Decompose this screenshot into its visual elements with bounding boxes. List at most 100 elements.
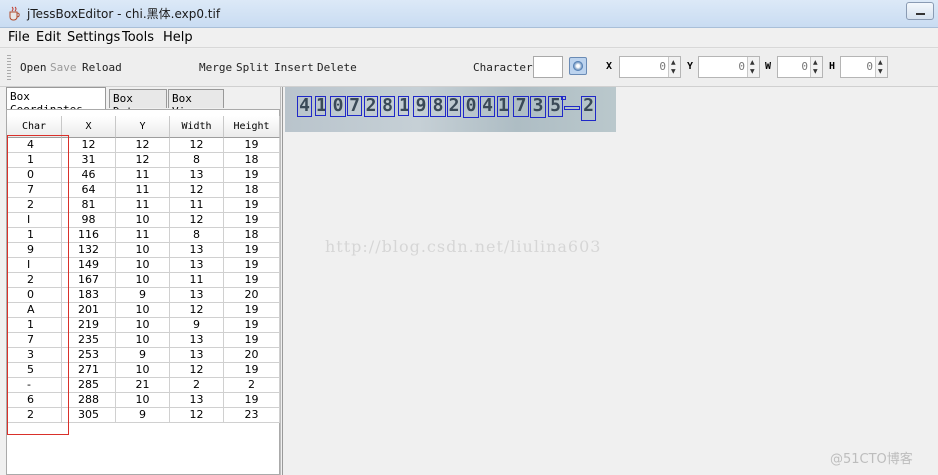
cell-width[interactable]: 13 bbox=[170, 333, 224, 348]
table-row[interactable]: -285 21 2 2 bbox=[7, 378, 280, 393]
cell-width[interactable]: 13 bbox=[170, 168, 224, 183]
table-row[interactable]: 1 219 10 9 19 bbox=[7, 318, 280, 333]
cell-char[interactable]: I bbox=[7, 258, 62, 273]
save-button[interactable]: Save bbox=[50, 61, 77, 74]
cell-width[interactable]: 12 bbox=[170, 213, 224, 228]
cell-width[interactable]: 12 bbox=[170, 408, 224, 423]
cell-y[interactable]: 10 bbox=[116, 363, 170, 378]
cell-height[interactable]: 19 bbox=[224, 258, 280, 273]
glyph-box[interactable]: 8 bbox=[380, 96, 395, 117]
menu-edit[interactable]: Edit bbox=[36, 30, 61, 45]
cell-height[interactable]: 18 bbox=[224, 183, 280, 198]
cell-height[interactable]: 19 bbox=[224, 273, 280, 288]
cell-x[interactable]: 288 bbox=[62, 393, 116, 408]
insert-button[interactable]: Insert bbox=[274, 61, 314, 74]
y-spinner[interactable]: 0 ▲ ▼ bbox=[698, 56, 760, 78]
glyph-box[interactable]: 9 bbox=[413, 96, 429, 117]
image-canvas[interactable]: 410728198204173542 http://blog.csdn.net/… bbox=[282, 87, 938, 475]
cell-width[interactable]: 13 bbox=[170, 393, 224, 408]
cell-width[interactable]: 8 bbox=[170, 228, 224, 243]
cell-char[interactable]: 2 bbox=[7, 408, 62, 423]
cell-x[interactable]: 31 bbox=[62, 153, 116, 168]
glyph-box[interactable]: 3 bbox=[530, 96, 546, 118]
delete-button[interactable]: Delete bbox=[317, 61, 357, 74]
cell-x[interactable]: 167 bbox=[62, 273, 116, 288]
cell-height[interactable]: 19 bbox=[224, 213, 280, 228]
table-row[interactable]: 4 12 12 12 19 bbox=[7, 138, 280, 153]
tab-box-coordinates[interactable]: Box Coordinates bbox=[6, 87, 106, 116]
table-row[interactable]: 2 305 9 12 23 bbox=[7, 408, 280, 423]
cell-y[interactable]: 12 bbox=[116, 138, 170, 153]
cell-y[interactable]: 10 bbox=[116, 243, 170, 258]
menu-file[interactable]: File bbox=[8, 30, 30, 45]
minimize-button[interactable] bbox=[906, 2, 934, 20]
cell-height[interactable]: 19 bbox=[224, 243, 280, 258]
cell-y[interactable]: 9 bbox=[116, 288, 170, 303]
cell-y[interactable]: 10 bbox=[116, 213, 170, 228]
glyph-box[interactable]: 2 bbox=[447, 96, 461, 117]
cell-width[interactable]: 8 bbox=[170, 153, 224, 168]
x-spinner-arrows[interactable]: ▲ ▼ bbox=[668, 57, 680, 77]
glyph-box[interactable]: 4 bbox=[561, 96, 566, 100]
table-row[interactable]: 9 132 10 13 19 bbox=[7, 243, 280, 258]
cell-width[interactable]: 11 bbox=[170, 273, 224, 288]
merge-button[interactable]: Merge bbox=[199, 61, 232, 74]
cell-x[interactable]: 12 bbox=[62, 138, 116, 153]
glyph-box[interactable]: 1 bbox=[398, 96, 409, 116]
cell-x[interactable]: 305 bbox=[62, 408, 116, 423]
cell-y[interactable]: 10 bbox=[116, 318, 170, 333]
glyph-box[interactable]: 0 bbox=[463, 96, 479, 118]
glyph-box[interactable]: 1 bbox=[315, 96, 326, 116]
cell-y[interactable]: 10 bbox=[116, 303, 170, 318]
cell-width[interactable]: 2 bbox=[170, 378, 224, 393]
column-x[interactable]: X bbox=[62, 116, 116, 138]
h-spinner[interactable]: 0 ▲ ▼ bbox=[840, 56, 888, 78]
cell-x[interactable]: 64 bbox=[62, 183, 116, 198]
w-spinner-arrows[interactable]: ▲ ▼ bbox=[810, 57, 822, 77]
cell-char[interactable]: 1 bbox=[7, 228, 62, 243]
reload-button[interactable]: Reload bbox=[82, 61, 122, 74]
cell-char[interactable]: 2 bbox=[7, 198, 62, 213]
column-height[interactable]: Height bbox=[224, 116, 280, 138]
table-row[interactable]: 5 271 10 12 19 bbox=[7, 363, 280, 378]
cell-width[interactable]: 13 bbox=[170, 288, 224, 303]
menu-tools[interactable]: Tools bbox=[122, 30, 154, 45]
cell-height[interactable]: 19 bbox=[224, 303, 280, 318]
cell-x[interactable]: 149 bbox=[62, 258, 116, 273]
table-row[interactable]: 1 31 12 8 18 bbox=[7, 153, 280, 168]
glyph-box[interactable]: 4 bbox=[297, 96, 312, 117]
h-spinner-arrows[interactable]: ▲ ▼ bbox=[875, 57, 887, 77]
cell-y[interactable]: 21 bbox=[116, 378, 170, 393]
cell-x[interactable]: 98 bbox=[62, 213, 116, 228]
table-row[interactable]: 2 81 11 11 19 bbox=[7, 198, 280, 213]
table-row[interactable]: 6 288 10 13 19 bbox=[7, 393, 280, 408]
cell-height[interactable]: 20 bbox=[224, 288, 280, 303]
table-row[interactable]: I 98 10 12 19 bbox=[7, 213, 280, 228]
cell-height[interactable]: 18 bbox=[224, 228, 280, 243]
cell-char[interactable]: 9 bbox=[7, 243, 62, 258]
y-spinner-arrows[interactable]: ▲ ▼ bbox=[747, 57, 759, 77]
column-char[interactable]: Char bbox=[7, 116, 62, 138]
column-y[interactable]: Y bbox=[116, 116, 170, 138]
table-row[interactable]: 0 46 11 13 19 bbox=[7, 168, 280, 183]
cell-height[interactable]: 19 bbox=[224, 318, 280, 333]
cell-x[interactable]: 285 bbox=[62, 378, 116, 393]
cell-char[interactable]: A bbox=[7, 303, 62, 318]
split-button[interactable]: Split bbox=[236, 61, 269, 74]
glyph-box[interactable]: 1 bbox=[497, 96, 509, 117]
cell-height[interactable]: 18 bbox=[224, 153, 280, 168]
cell-x[interactable]: 132 bbox=[62, 243, 116, 258]
cell-x[interactable]: 271 bbox=[62, 363, 116, 378]
cell-y[interactable]: 12 bbox=[116, 153, 170, 168]
cell-char[interactable]: I bbox=[7, 213, 62, 228]
glyph-box[interactable]: 7 bbox=[513, 96, 529, 117]
cell-char[interactable]: 7 bbox=[7, 333, 62, 348]
cell-y[interactable]: 11 bbox=[116, 183, 170, 198]
cell-height[interactable]: 19 bbox=[224, 333, 280, 348]
cell-y[interactable]: 9 bbox=[116, 348, 170, 363]
cell-width[interactable]: 13 bbox=[170, 243, 224, 258]
cell-char[interactable]: 6 bbox=[7, 393, 62, 408]
cell-char[interactable]: - bbox=[7, 378, 62, 393]
cell-width[interactable]: 13 bbox=[170, 348, 224, 363]
cell-y[interactable]: 10 bbox=[116, 258, 170, 273]
